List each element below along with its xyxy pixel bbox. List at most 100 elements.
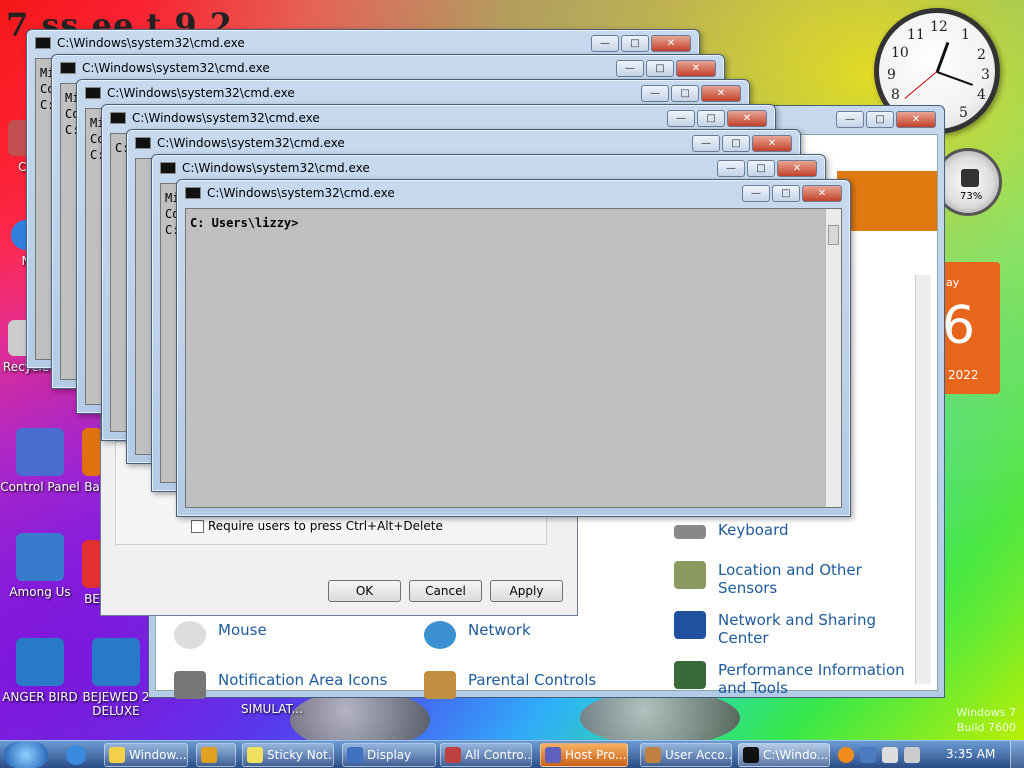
minimize-button[interactable]: — (742, 185, 770, 202)
window-title: C:\Windows\system32\cmd.exe (107, 86, 295, 100)
maximize-button[interactable]: □ (697, 110, 725, 127)
minimize-button[interactable]: — (616, 60, 644, 77)
apply-button[interactable]: Apply (490, 580, 563, 602)
watermark-line: Build 7600 (956, 721, 1016, 734)
close-button[interactable]: ✕ (727, 110, 767, 127)
maximize-button[interactable]: □ (772, 185, 800, 202)
desktop-icon-anger-bird[interactable]: ANGER BIRD (0, 638, 80, 704)
minimize-button[interactable]: — (717, 160, 745, 177)
action-center-icon[interactable] (882, 747, 898, 763)
close-button[interactable]: ✕ (752, 135, 792, 152)
cp-scrollbar[interactable] (915, 275, 931, 684)
close-button[interactable]: ✕ (802, 185, 842, 202)
network-icon[interactable] (860, 747, 876, 763)
search-icon[interactable] (838, 747, 854, 763)
cp-item-location[interactable]: Location and Other Sensors (674, 561, 878, 597)
calendar-dayname: ay (946, 276, 960, 289)
clock-hour-hand (935, 41, 950, 74)
cp-header-band (837, 171, 937, 231)
require-ctrl-alt-del-checkbox[interactable]: Require users to press Ctrl+Alt+Delete (191, 519, 443, 533)
cmd-icon (135, 137, 151, 149)
maximize-button[interactable]: □ (747, 160, 775, 177)
cp-item-network[interactable]: Network (424, 621, 531, 649)
close-button[interactable]: ✕ (896, 111, 936, 128)
minimize-button[interactable]: — (641, 85, 669, 102)
watermark-line: Windows 7 (956, 706, 1016, 719)
checkbox-box[interactable] (191, 519, 204, 533)
cp-item-mouse[interactable]: Mouse (174, 621, 267, 649)
desktop-icon-control-panel[interactable]: Control Panel (0, 428, 80, 494)
window-controls: — □ ✕ (692, 135, 792, 152)
maximize-button[interactable]: □ (866, 111, 894, 128)
close-button[interactable]: ✕ (701, 85, 741, 102)
console-scrollbar[interactable] (825, 209, 841, 507)
clock-number: 4 (977, 87, 986, 103)
maximize-button[interactable]: □ (621, 35, 649, 52)
cp-item-network-sharing[interactable]: Network and Sharing Center (674, 611, 878, 647)
taskbar-item[interactable]: All Contro... (440, 743, 532, 767)
minimize-button[interactable]: — (591, 35, 619, 52)
taskbar-clock[interactable]: 3:35 AM (946, 747, 995, 761)
clock-number: 8 (891, 87, 900, 103)
network-sharing-icon (674, 611, 706, 639)
clock-number: 12 (930, 19, 948, 35)
cp-item-notification-icons[interactable]: Notification Area Icons (174, 671, 387, 699)
desktop-icon-label: ANGER BIRD (2, 690, 78, 704)
taskbar-item-label: Host Pro... (565, 748, 627, 762)
cpu-percent: 73% (960, 191, 983, 202)
taskbar-item[interactable]: C:\Windo... (738, 743, 830, 767)
parental-controls-icon (424, 671, 456, 699)
ok-button[interactable]: OK (328, 580, 401, 602)
keyboard-icon (674, 525, 706, 539)
scrollbar-thumb[interactable] (828, 225, 839, 245)
notification-icon (174, 671, 206, 699)
start-button[interactable] (4, 742, 48, 768)
explorer-icon (109, 747, 125, 763)
minimize-button[interactable]: — (667, 110, 695, 127)
minimize-button[interactable]: — (836, 111, 864, 128)
desktop-icon-bejeweled[interactable]: BEJEWED 2 DELUXE (76, 638, 156, 718)
cmd-window-active[interactable]: C:\Windows\system32\cmd.exe — □ ✕ C: Use… (176, 179, 851, 517)
taskbar-item[interactable]: Sticky Not... (242, 743, 334, 767)
taskbar-item[interactable]: Window... (104, 743, 188, 767)
minimize-button[interactable]: — (692, 135, 720, 152)
calendar-gadget[interactable]: ay 6 2022 (940, 262, 1000, 394)
cp-item-parental-controls[interactable]: Parental Controls (424, 671, 597, 699)
internet-explorer-icon[interactable] (66, 745, 86, 765)
show-desktop-button[interactable] (1010, 741, 1024, 768)
cmd-icon (160, 162, 176, 174)
close-button[interactable]: ✕ (777, 160, 817, 177)
volume-icon[interactable] (904, 747, 920, 763)
taskbar-item[interactable]: Host Pro... (540, 743, 628, 767)
cmd-icon (85, 87, 101, 99)
taskbar-item-label: Sticky Not... (267, 748, 334, 762)
maximize-button[interactable]: □ (722, 135, 750, 152)
window-controls: — □ ✕ (717, 160, 817, 177)
clock-number: 11 (907, 27, 925, 43)
cp-item-keyboard[interactable]: Keyboard (674, 521, 789, 539)
cp-item-label: Parental Controls (468, 671, 597, 689)
taskbar-item[interactable] (196, 743, 236, 767)
cmd-icon (110, 112, 126, 124)
cancel-button[interactable]: Cancel (409, 580, 482, 602)
desktop-icon-label: SIMULAT... (241, 702, 303, 716)
desktop-icon-label: Among Us (9, 585, 71, 599)
maximize-button[interactable]: □ (671, 85, 699, 102)
taskbar-item[interactable]: Display (342, 743, 436, 767)
desktop-icon-among-us[interactable]: Among Us (0, 533, 80, 599)
clock-number: 3 (981, 67, 990, 83)
desktop-icon-simulat[interactable]: SIMULAT... (232, 702, 312, 716)
window-controls: — □ ✕ (667, 110, 767, 127)
wallpaper-shape (580, 690, 740, 746)
close-button[interactable]: ✕ (676, 60, 716, 77)
close-button[interactable]: ✕ (651, 35, 691, 52)
window-title: C:\Windows\system32\cmd.exe (57, 36, 245, 50)
console-output[interactable]: C: Users\lizzy> (185, 208, 842, 508)
app-icon (82, 428, 102, 476)
maximize-button[interactable]: □ (646, 60, 674, 77)
cp-item-label: Keyboard (718, 521, 789, 539)
cp-item-performance[interactable]: Performance Information and Tools (674, 661, 908, 697)
clock-minute-hand (936, 71, 974, 86)
mouse-icon (174, 621, 206, 649)
taskbar-item[interactable]: User Acco... (640, 743, 732, 767)
